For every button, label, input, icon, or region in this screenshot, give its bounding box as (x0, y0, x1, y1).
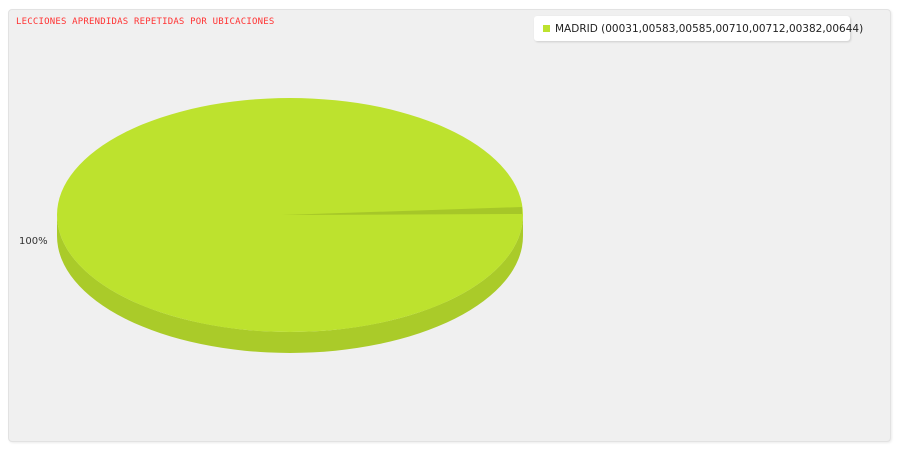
data-label-madrid: 100% (19, 236, 48, 247)
pie-slice-madrid[interactable] (57, 98, 523, 332)
pie-chart: 100% (19, 98, 523, 353)
